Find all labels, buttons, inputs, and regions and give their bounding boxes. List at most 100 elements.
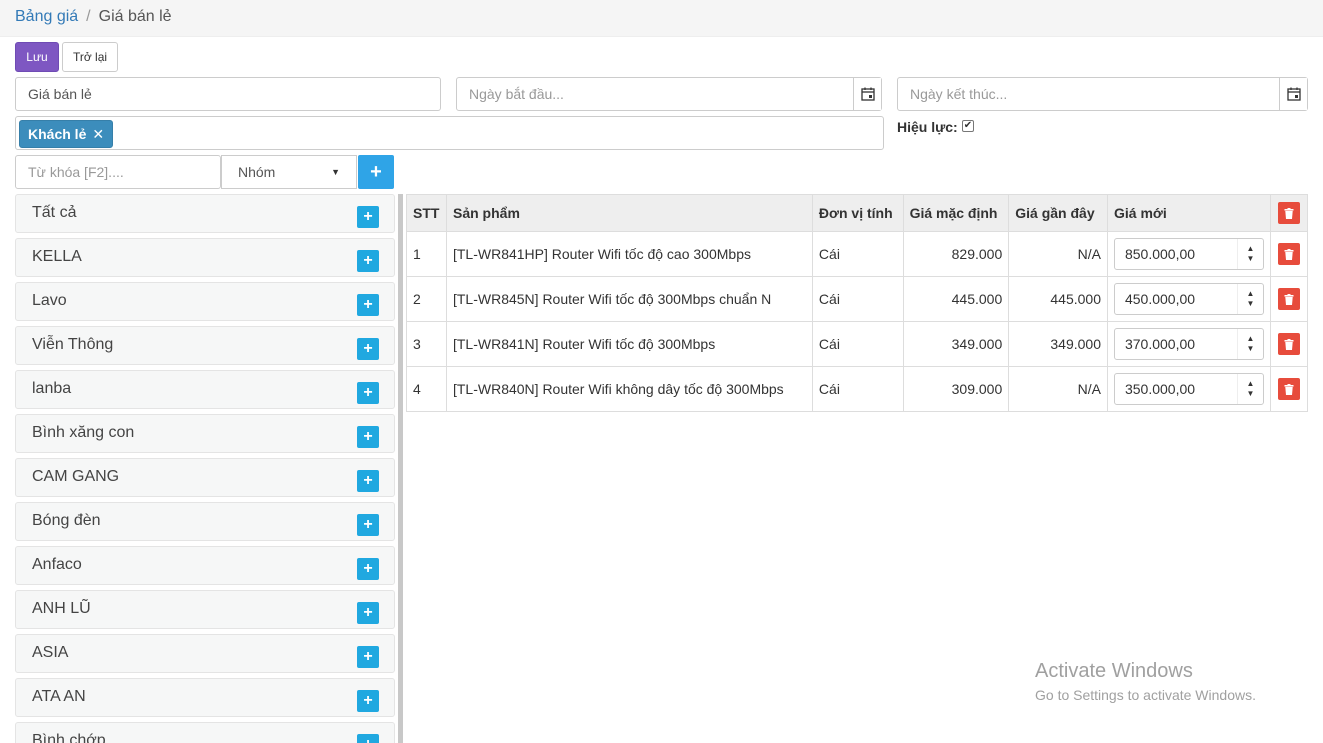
table-row: 4 [TL-WR840N] Router Wifi không dây tốc … bbox=[406, 366, 1309, 412]
group-label: lanba bbox=[32, 380, 72, 397]
windows-activation-watermark: Activate Windows Go to Settings to activ… bbox=[1035, 660, 1256, 703]
group-label: CAM GANG bbox=[32, 468, 120, 485]
valid-checkbox[interactable]: ✔ bbox=[962, 120, 974, 132]
trash-icon[interactable] bbox=[1277, 243, 1300, 265]
group-item[interactable]: lanba + bbox=[15, 370, 395, 409]
group-item[interactable]: Bình chớp + bbox=[15, 722, 395, 743]
new-price-input[interactable]: 350.000,00 ▲ ▼ bbox=[1113, 373, 1264, 405]
trash-icon[interactable] bbox=[1277, 333, 1300, 355]
column-header: Giá mặc định bbox=[902, 194, 1010, 232]
trash-icon[interactable] bbox=[1277, 288, 1300, 310]
cell-default-price: 445.000 bbox=[902, 276, 1010, 322]
add-icon[interactable]: + bbox=[357, 338, 379, 360]
group-item[interactable]: Lavo + bbox=[15, 282, 395, 321]
start-date-input[interactable]: Ngày bắt đầu... bbox=[456, 77, 882, 111]
cell-default-price: 309.000 bbox=[902, 366, 1010, 412]
price-list-name-input[interactable]: Giá bán lẻ bbox=[15, 77, 441, 111]
new-price-input[interactable]: 850.000,00 ▲ ▼ bbox=[1113, 238, 1264, 270]
column-header: Giá mới bbox=[1106, 194, 1271, 232]
remove-tag-icon[interactable]: ✕ bbox=[92, 126, 104, 143]
group-label: Tất cả bbox=[32, 204, 77, 221]
group-item[interactable]: Bình xăng con + bbox=[15, 414, 395, 453]
table-row: 3 [TL-WR841N] Router Wifi tốc độ 300Mbps… bbox=[406, 321, 1309, 367]
cell-product: [TL-WR840N] Router Wifi không dây tốc độ… bbox=[445, 366, 813, 412]
cell-product: [TL-WR841HP] Router Wifi tốc độ cao 300M… bbox=[445, 231, 813, 277]
group-select[interactable]: Nhóm ▼ bbox=[221, 155, 357, 189]
add-icon[interactable]: + bbox=[357, 294, 379, 316]
add-icon[interactable]: + bbox=[357, 206, 379, 228]
new-price-value: 450.000,00 bbox=[1124, 291, 1196, 307]
table-row: 2 [TL-WR845N] Router Wifi tốc độ 300Mbps… bbox=[406, 276, 1309, 322]
group-item[interactable]: ATA AN + bbox=[15, 678, 395, 717]
add-icon[interactable]: + bbox=[357, 514, 379, 536]
cell-stt: 4 bbox=[406, 366, 447, 412]
group-label: Bình chớp bbox=[32, 732, 106, 743]
new-price-value: 350.000,00 bbox=[1124, 381, 1196, 397]
keyword-search-input[interactable]: Từ khóa [F2].... bbox=[15, 155, 221, 189]
delete-all-cell bbox=[1269, 194, 1309, 232]
trash-icon[interactable] bbox=[1277, 202, 1300, 224]
new-price-input[interactable]: 450.000,00 ▲ ▼ bbox=[1113, 283, 1264, 315]
group-item[interactable]: CAM GANG + bbox=[15, 458, 395, 497]
cell-stt: 3 bbox=[406, 321, 447, 367]
add-icon[interactable]: + bbox=[357, 602, 379, 624]
group-label: Bình xăng con bbox=[32, 424, 135, 441]
add-group-button[interactable]: + bbox=[358, 155, 394, 189]
calendar-icon[interactable] bbox=[853, 78, 881, 110]
cell-recent-price: N/A bbox=[1008, 231, 1108, 277]
cell-recent-price: N/A bbox=[1008, 366, 1108, 412]
cell-new-price: 370.000,00 ▲ ▼ bbox=[1106, 321, 1271, 367]
end-date-input[interactable]: Ngày kết thúc... bbox=[897, 77, 1308, 111]
customer-tag-label: Khách lẻ bbox=[28, 126, 87, 142]
cell-unit: Cái bbox=[811, 231, 904, 277]
cell-unit: Cái bbox=[811, 366, 904, 412]
add-icon[interactable]: + bbox=[357, 426, 379, 448]
back-button[interactable]: Trở lại bbox=[62, 42, 118, 72]
start-date-placeholder: Ngày bắt đầu... bbox=[469, 86, 564, 102]
spinner-icon[interactable]: ▲ ▼ bbox=[1236, 239, 1263, 269]
new-price-input[interactable]: 370.000,00 ▲ ▼ bbox=[1113, 328, 1264, 360]
breadcrumb-current: Giá bán lẻ bbox=[98, 8, 172, 25]
spinner-icon[interactable]: ▲ ▼ bbox=[1236, 329, 1263, 359]
add-icon[interactable]: + bbox=[357, 470, 379, 492]
panel-splitter[interactable] bbox=[398, 194, 403, 743]
group-label: Lavo bbox=[32, 292, 67, 309]
cell-product: [TL-WR845N] Router Wifi tốc độ 300Mbps c… bbox=[445, 276, 813, 322]
group-label: ANH LŨ bbox=[32, 600, 91, 617]
new-price-value: 850.000,00 bbox=[1124, 246, 1196, 262]
group-item[interactable]: KELLA + bbox=[15, 238, 395, 277]
customer-group-select[interactable]: Khách lẻ ✕ bbox=[15, 116, 884, 150]
group-item[interactable]: ANH LŨ + bbox=[15, 590, 395, 629]
breadcrumb-link-price-list[interactable]: Bảng giá bbox=[15, 8, 78, 25]
add-icon[interactable]: + bbox=[357, 646, 379, 668]
group-label: ATA AN bbox=[32, 688, 86, 705]
group-list: Tất cả + KELLA + Lavo + Viễn Thông + lanba + … bbox=[15, 194, 395, 743]
group-item[interactable]: Bóng đèn + bbox=[15, 502, 395, 541]
add-icon[interactable]: + bbox=[357, 734, 379, 743]
cell-new-price: 450.000,00 ▲ ▼ bbox=[1106, 276, 1271, 322]
calendar-icon[interactable] bbox=[1279, 78, 1307, 110]
group-item[interactable]: ASIA + bbox=[15, 634, 395, 673]
group-item[interactable]: Viễn Thông + bbox=[15, 326, 395, 365]
cell-default-price: 829.000 bbox=[902, 231, 1010, 277]
group-item[interactable]: Anfaco + bbox=[15, 546, 395, 585]
cell-recent-price: 445.000 bbox=[1008, 276, 1108, 322]
table-header-row: STT Sản phẩm Đơn vị tính Giá mặc định Gi… bbox=[406, 194, 1309, 232]
cell-unit: Cái bbox=[811, 276, 904, 322]
column-header: Sản phẩm bbox=[445, 194, 813, 232]
group-select-value: Nhóm bbox=[238, 164, 276, 180]
watermark-subtitle: Go to Settings to activate Windows. bbox=[1035, 687, 1256, 703]
save-button[interactable]: Lưu bbox=[15, 42, 59, 72]
add-icon[interactable]: + bbox=[357, 250, 379, 272]
spinner-icon[interactable]: ▲ ▼ bbox=[1236, 374, 1263, 404]
group-label: Bóng đèn bbox=[32, 512, 101, 529]
column-header: Giá gần đây bbox=[1008, 194, 1108, 232]
add-icon[interactable]: + bbox=[357, 690, 379, 712]
add-icon[interactable]: + bbox=[357, 382, 379, 404]
group-item[interactable]: Tất cả + bbox=[15, 194, 395, 233]
spinner-icon[interactable]: ▲ ▼ bbox=[1236, 284, 1263, 314]
add-icon[interactable]: + bbox=[357, 558, 379, 580]
cell-unit: Cái bbox=[811, 321, 904, 367]
customer-tag: Khách lẻ ✕ bbox=[19, 120, 114, 148]
trash-icon[interactable] bbox=[1277, 378, 1300, 400]
